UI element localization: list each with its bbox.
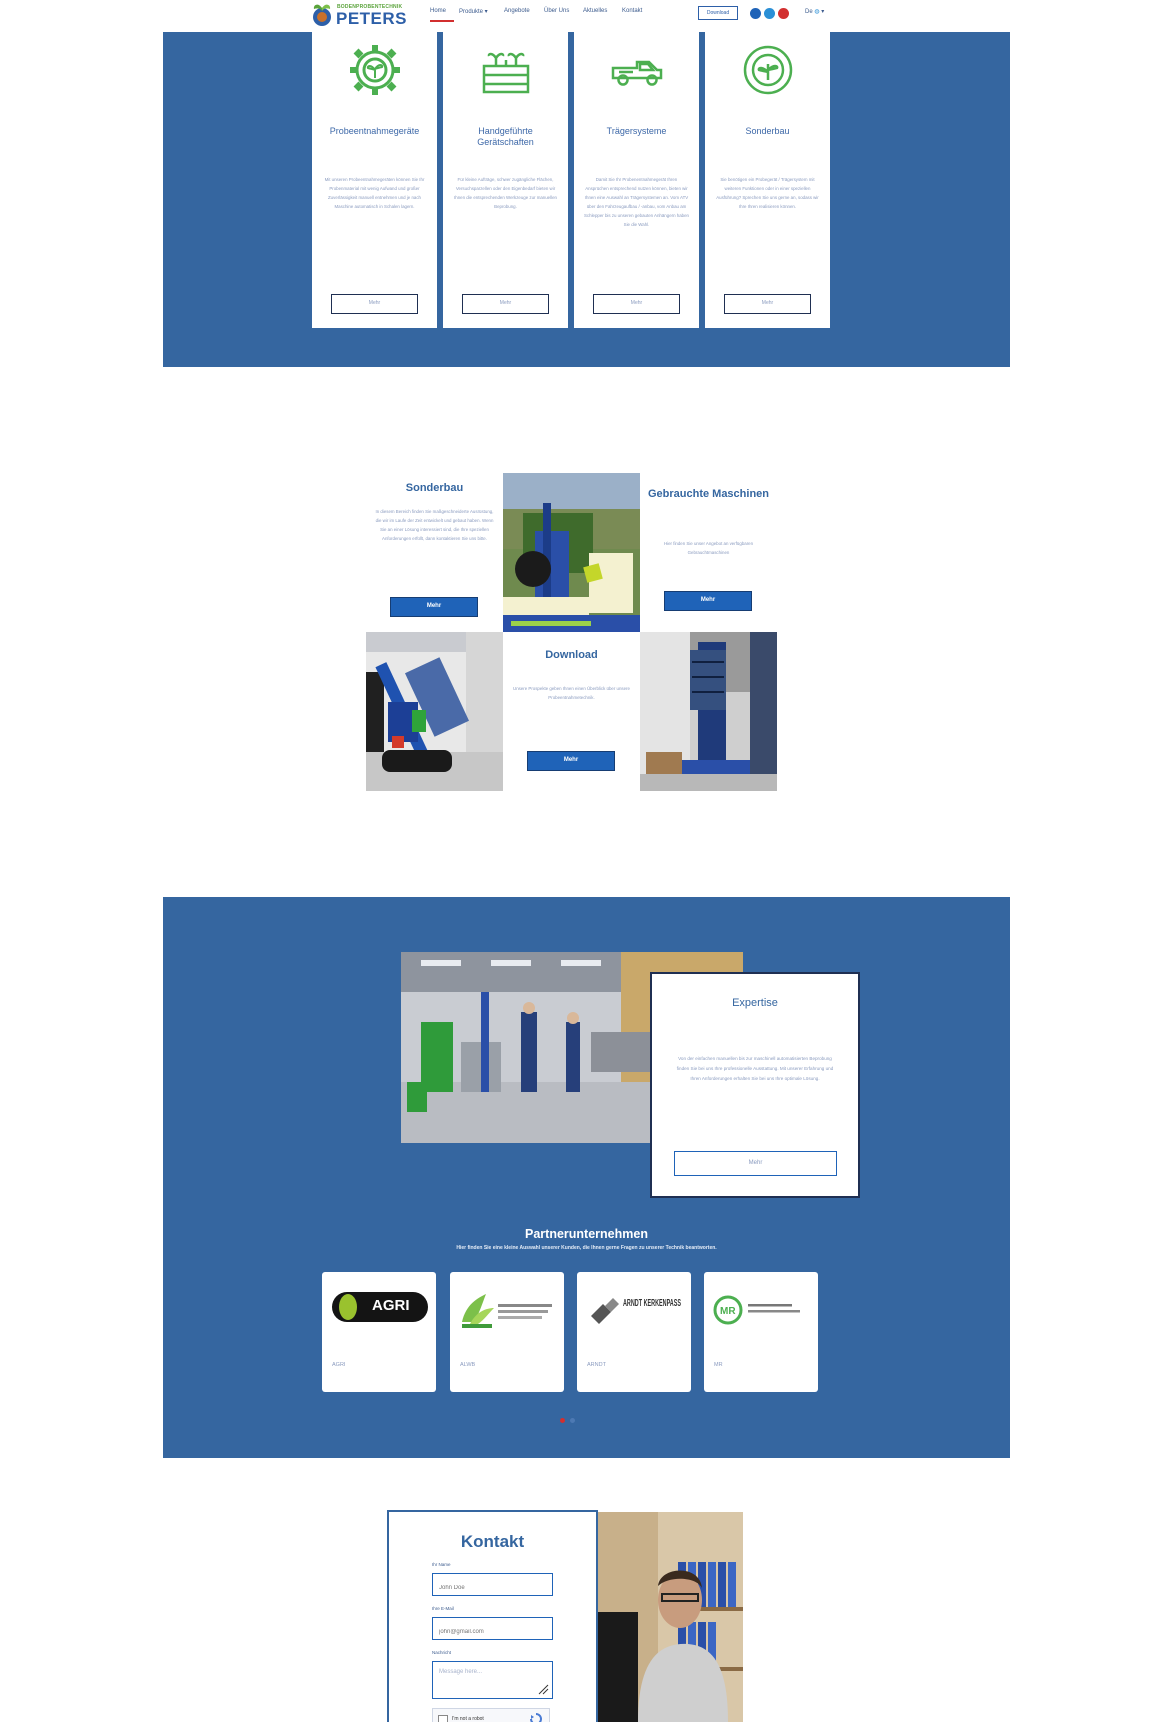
partner-name: MR [714,1362,723,1368]
service-card-probeentnahme: Probeentnahmegeräte Mit unseren Probeent… [312,32,437,328]
service-title: Handgeführte Gerätschaften [477,126,534,147]
message-textarea[interactable]: Message here... [432,1661,553,1699]
target-leaf-icon [743,45,793,95]
partners-subheading: Hier finden Sie eine kleine Auswahl unse… [456,1245,717,1251]
facebook-icon[interactable] [750,8,761,19]
captcha-label: I'm not a robot [452,1716,484,1722]
tile-image-upright [640,632,777,791]
recaptcha-icon [530,1713,542,1722]
service-text: Sie benötigen ein Probegerät / Trägersys… [716,177,819,209]
partner-name: ARNDT [587,1362,606,1368]
email-input[interactable] [432,1617,553,1640]
crawler-machine-image [366,632,503,791]
download-more-button[interactable]: Mehr [527,751,615,771]
partners-heading: Partnerunternehmen [525,1227,648,1241]
service-text: Mit unseren Probeentnahmegeräten können … [324,177,425,209]
partner-name: ALWB [460,1362,476,1368]
tile-title: Sonderbau [405,482,464,494]
brochure-image [503,473,640,632]
service-text: Für kleine Aufträge, schwer zugängliche … [454,177,557,209]
partner-name: AGRI [332,1362,346,1368]
name-input[interactable] [432,1573,553,1596]
office-worker-image [598,1512,743,1722]
globe-icon: ◍ [814,9,820,15]
site-header: BODENPROBENTECHNIK PETERS Home Produkte … [0,0,1170,32]
nav-kontakt[interactable]: Kontakt [622,8,642,14]
name-label: Ihr Name [432,1562,451,1567]
service-more-button[interactable]: Mehr [331,294,418,314]
expertise-text: Von der einfachen manuellen bis zur masc… [676,1056,834,1081]
tile-gebrauchte-maschinen: Gebrauchte Maschinen Hier finden Sie uns… [640,473,777,632]
nav-aktuelles[interactable]: Aktuelles [583,8,607,14]
language-selector[interactable]: De ◍ ▾ [805,8,824,15]
gebrauchte-more-button[interactable]: Mehr [664,591,752,611]
logo-icon[interactable] [310,2,334,28]
upright-machine-image [640,632,777,791]
tile-text: Unsere Prospekte geben Ihnen einen Überb… [513,686,630,700]
service-card-traegersysteme: Trägersysteme Damit Sie Ihr Probenentnah… [574,32,699,328]
service-more-button[interactable]: Mehr [724,294,811,314]
service-text: Damit Sie Ihr Probenentnahmegerät Ihren … [584,177,689,227]
alwb-logo [462,1294,552,1328]
service-card-handgefuehrt: Handgeführte Gerätschaften Für kleine Au… [443,32,568,328]
mr-logo: MR [713,1295,800,1325]
nav-active-indicator [430,20,454,22]
service-title: Trägersysteme [606,126,667,136]
expertise-title: Expertise [732,997,778,1009]
service-card-sonderbau: Sonderbau Sie benötigen ein Probegerät /… [705,32,830,328]
message-label: Nachricht [432,1650,452,1655]
contact-heading: Kontakt [460,1532,525,1551]
partner-card-mr[interactable]: MR MR [704,1272,818,1392]
tile-download: Download Unsere Prospekte geben Ihnen ei… [503,632,640,791]
youtube-icon[interactable] [778,8,789,19]
email-label: Ihre E-Mail [432,1606,454,1611]
tile-text: In diesem Bereich finden Sie maßgeschnei… [375,509,494,541]
tile-text: Hier finden Sie unser Angebot an verfügb… [663,541,754,555]
tile-image-crawler [366,632,503,791]
arndt-logo: ARNDT KERKENPASS [591,1298,681,1324]
pickup-truck-icon [611,60,663,86]
contact-photo [598,1512,743,1722]
carousel-dot[interactable] [570,1418,575,1423]
expertise-more-button[interactable]: Mehr [674,1151,837,1176]
agri-logo-text: AGRI [372,1297,410,1314]
message-placeholder: Message here... [439,1669,483,1675]
expertise-card: Expertise Von der einfachen manuellen bi… [650,972,860,1198]
nav-produkte[interactable]: Produkte ▾ [459,8,488,15]
partner-card-agri[interactable]: AGRI AGRI [322,1272,436,1392]
contact-form-card: Kontakt Ihr Name Ihre E-Mail Nachricht M… [387,1510,598,1722]
nav-home[interactable]: Home [430,8,446,14]
logo-wordmark[interactable]: PETERS [336,9,407,29]
nav-angebote[interactable]: Angebote [504,8,530,14]
service-title: Sonderbau [745,126,790,136]
tile-title: Gebrauchte Maschinen [647,488,770,500]
partner-card-arndt[interactable]: ARNDT KERKENPASS ARNDT [577,1272,691,1392]
resize-handle-icon[interactable] [537,1683,549,1695]
service-more-button[interactable]: Mehr [462,294,549,314]
agri-logo: AGRI [332,1292,428,1322]
service-more-button[interactable]: Mehr [593,294,680,314]
mr-logo-text: MR [720,1306,736,1317]
gear-sprout-icon [350,45,400,95]
service-title: Probeentnahmegeräte [329,126,420,136]
arndt-logo-text: ARNDT KERKENPASS [623,1298,681,1309]
captcha-checkbox[interactable] [438,1715,448,1722]
nav-ueber-uns[interactable]: Über Uns [544,8,569,14]
tile-sonderbau: Sonderbau In diesem Bereich finden Sie m… [366,473,503,632]
partner-card-alwb[interactable]: ALWB [450,1272,564,1392]
carousel-dot-active[interactable] [560,1418,565,1423]
download-button[interactable]: Download [698,6,738,20]
tile-image-brochure [503,473,640,632]
recaptcha-widget: I'm not a robot [432,1708,550,1722]
plant-crate-icon [482,52,530,94]
sonderbau-more-button[interactable]: Mehr [390,597,478,617]
linkedin-icon[interactable] [764,8,775,19]
tile-title: Download [545,649,598,661]
